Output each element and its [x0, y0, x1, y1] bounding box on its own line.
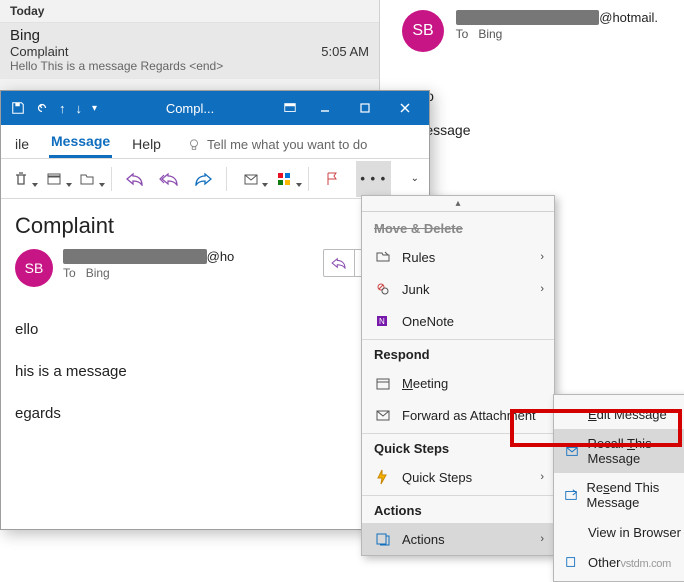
body-line: a message — [402, 114, 664, 148]
submenu-other-actions[interactable]: Othervstdm.com › — [554, 547, 684, 577]
sender: Bing — [10, 27, 40, 44]
move-button[interactable] — [78, 169, 97, 189]
window-title: Compl... — [105, 101, 275, 116]
svg-text:N: N — [379, 317, 385, 326]
menu-onenote[interactable]: N OneNote — [362, 305, 554, 337]
overflow-menu: ▴ Move & Delete Rules› Junk› N OneNote R… — [361, 195, 555, 556]
rules-icon — [374, 248, 392, 266]
redacted-from: . — [456, 10, 600, 25]
collapse-handle[interactable]: ▴ — [362, 198, 554, 212]
avatar: SB — [402, 10, 444, 52]
body-line: egards — [15, 393, 415, 435]
reply-button[interactable] — [126, 169, 145, 189]
forward-attach-icon — [374, 406, 392, 424]
reply-all-button[interactable] — [159, 169, 179, 189]
close-button[interactable] — [385, 91, 425, 125]
meeting-icon — [374, 374, 392, 392]
redacted-from: . — [63, 249, 207, 264]
reply-button[interactable] — [324, 250, 354, 276]
flag-button[interactable] — [323, 169, 342, 189]
menu-header-respond: Respond — [362, 339, 554, 367]
subject: Complaint — [10, 44, 69, 59]
body-line: Hello — [402, 80, 664, 114]
body-line: his is a message — [15, 351, 415, 393]
submenu-view-in-browser[interactable]: View in Browser — [554, 517, 684, 547]
to-value: Bing — [86, 266, 110, 280]
preview: Hello This is a message Regards <end> — [10, 59, 369, 73]
undo-icon[interactable] — [35, 101, 49, 115]
onenote-icon: N — [374, 312, 392, 330]
menu-header-move-delete: Move & Delete — [362, 214, 554, 241]
message-list-item[interactable]: Bing Complaint 5:05 AM Hello This is a m… — [0, 23, 379, 79]
overflow-button[interactable]: • • • — [356, 161, 391, 197]
tab-message[interactable]: Message — [49, 127, 112, 158]
from-suffix: @ho — [207, 249, 235, 264]
forward-button[interactable] — [193, 169, 212, 189]
recall-icon — [564, 443, 579, 459]
ribbon: • • • ⌄ — [1, 159, 429, 199]
avatar: SB — [15, 249, 53, 287]
ribbon-chevron-icon[interactable]: ⌄ — [411, 173, 419, 184]
tab-help[interactable]: Help — [130, 130, 163, 158]
tell-me-search[interactable]: Tell me what you want to do — [187, 137, 367, 158]
resend-icon — [564, 487, 579, 503]
menu-header-actions: Actions — [362, 495, 554, 523]
submenu-edit-message[interactable]: Edit Message — [554, 399, 684, 429]
menu-meeting[interactable]: MMeetingeeting — [362, 367, 554, 399]
delete-button[interactable] — [11, 169, 30, 189]
body-line: ello — [15, 309, 415, 351]
date-group-header: Today — [0, 0, 379, 23]
submenu-recall-message[interactable]: Recall This Message — [554, 429, 684, 473]
quick-steps-icon — [374, 468, 392, 486]
lightbulb-icon — [187, 138, 201, 152]
ribbon-display-icon[interactable] — [283, 101, 297, 115]
actions-submenu: Edit Message Recall This Message Resend … — [553, 394, 684, 582]
mark-unread-button[interactable] — [241, 169, 260, 189]
titlebar: ↑ ↓ ▾ Compl... — [1, 91, 429, 125]
to-label: To — [63, 266, 76, 280]
email-domain: @hotmail. — [599, 10, 658, 25]
archive-button[interactable] — [44, 169, 63, 189]
menu-quick-steps[interactable]: Quick Steps› — [362, 461, 554, 493]
categorize-button[interactable] — [274, 169, 293, 189]
minimize-button[interactable] — [305, 91, 345, 125]
menu-header-quick-steps: Quick Steps — [362, 433, 554, 461]
save-icon[interactable] — [11, 101, 25, 115]
to-label: To — [456, 27, 469, 41]
menu-junk[interactable]: Junk› — [362, 273, 554, 305]
qat-customize-icon[interactable]: ▾ — [92, 103, 97, 114]
to-value: Bing — [478, 27, 502, 41]
tab-file[interactable]: ile — [13, 130, 31, 158]
maximize-button[interactable] — [345, 91, 385, 125]
submenu-resend-message[interactable]: Resend This Message — [554, 473, 684, 517]
junk-icon — [374, 280, 392, 298]
message-subject: Complaint — [15, 213, 415, 239]
other-actions-icon — [564, 554, 580, 570]
menu-rules[interactable]: Rules› — [362, 241, 554, 273]
menu-forward-attachment[interactable]: Forward as Attachment — [362, 399, 554, 431]
time: 5:05 AM — [321, 44, 369, 59]
menu-actions[interactable]: Actions› — [362, 523, 554, 555]
actions-icon — [374, 530, 392, 548]
up-arrow-icon[interactable]: ↑ — [59, 101, 66, 116]
down-arrow-icon[interactable]: ↓ — [76, 101, 83, 116]
